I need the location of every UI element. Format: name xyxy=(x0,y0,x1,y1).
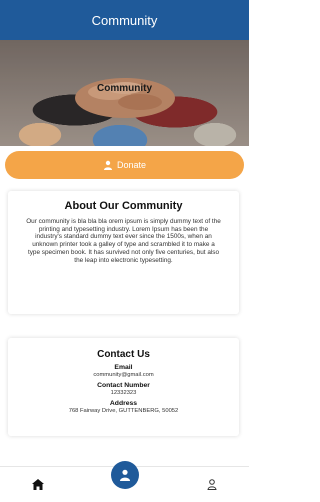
nav-community[interactable] xyxy=(111,461,139,489)
hero-image: Community xyxy=(0,40,249,146)
email-value[interactable]: community@gmail.com xyxy=(8,372,239,378)
hero-label: Community xyxy=(97,83,152,94)
page-title: Community xyxy=(91,12,158,28)
address-value: 768 Fairway Drive, GUTTENBERG, 50052 xyxy=(68,408,179,414)
contact-title: Contact Us xyxy=(97,349,150,360)
user-icon xyxy=(206,479,217,490)
home-icon xyxy=(31,479,44,490)
nav-home[interactable] xyxy=(10,467,65,502)
phone-label: Contact Number xyxy=(97,382,150,389)
donate-button-label: Donate xyxy=(116,160,147,170)
about-body: Our community is bla bla bla orem ipsum … xyxy=(26,218,221,264)
person-icon xyxy=(103,160,112,170)
address-label: Address xyxy=(109,400,138,407)
contact-card: Contact Us Email community@gmail.com Con… xyxy=(8,338,239,436)
about-card: About Our Community Our community is bla… xyxy=(8,191,239,314)
phone-value[interactable]: 12332323 xyxy=(8,390,239,396)
email-label: Email xyxy=(114,364,133,371)
nav-profile[interactable] xyxy=(184,467,239,502)
app-header: Community xyxy=(0,0,249,40)
donate-button[interactable]: Donate xyxy=(5,151,244,179)
bottom-nav xyxy=(0,461,249,502)
about-title: About Our Community xyxy=(64,200,183,212)
community-icon xyxy=(120,469,130,481)
